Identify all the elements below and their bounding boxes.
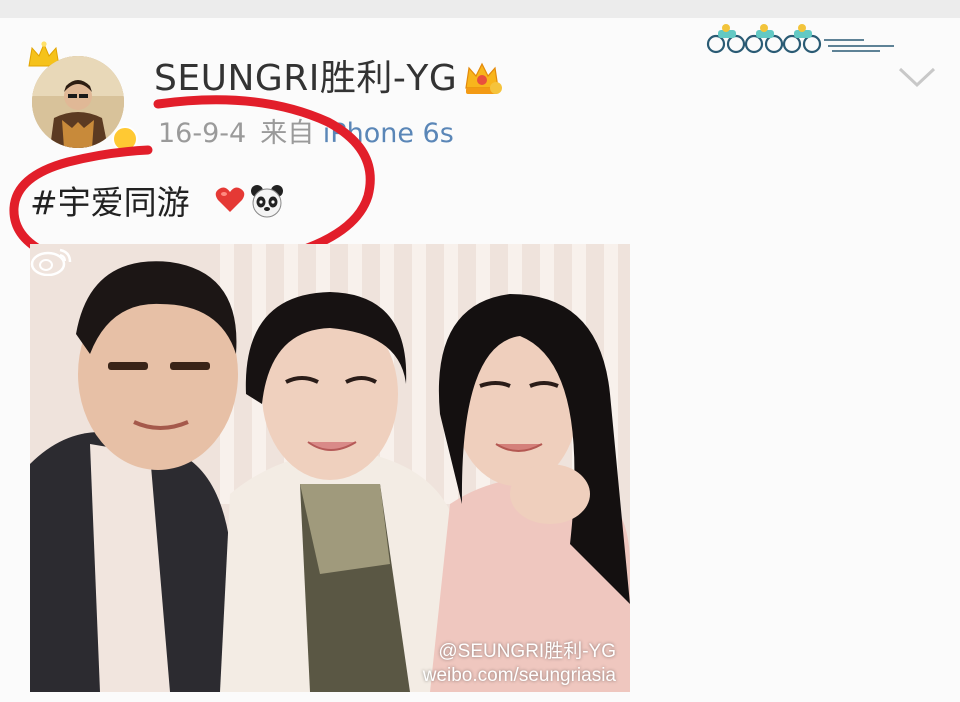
- watermark-handle: @SEUNGRI胜利-YG: [438, 641, 616, 662]
- crown-badge-icon: [465, 62, 502, 94]
- post-meta: 16-9-4 来自 iPhone 6s: [158, 114, 454, 154]
- panda-emoji: [251, 185, 283, 218]
- post-text: #宇爱同游: [30, 183, 190, 222]
- chevron-down-icon[interactable]: [896, 64, 938, 90]
- user-avatar-group[interactable]: [26, 40, 138, 152]
- photo-watermark: @SEUNGRI胜利-YG weibo.com/seungriasia: [423, 640, 616, 688]
- vip-badge-icon: [112, 126, 138, 152]
- watermark-url: weibo.com/seungriasia: [422, 665, 616, 686]
- post-photo[interactable]: @SEUNGRI胜利-YG weibo.com/seungriasia: [30, 244, 630, 692]
- post-username[interactable]: SEUNGRI胜利-YG: [154, 56, 457, 102]
- source-prefix: 来自: [260, 118, 315, 149]
- bicycle-decoration: [706, 24, 894, 54]
- post-date: 16-9-4: [158, 118, 247, 149]
- avatar[interactable]: [32, 56, 124, 148]
- weibo-logo-icon: [30, 248, 72, 276]
- device-link[interactable]: iPhone 6s: [323, 118, 454, 149]
- top-strip: [0, 0, 960, 18]
- heart-emoji: [215, 187, 245, 212]
